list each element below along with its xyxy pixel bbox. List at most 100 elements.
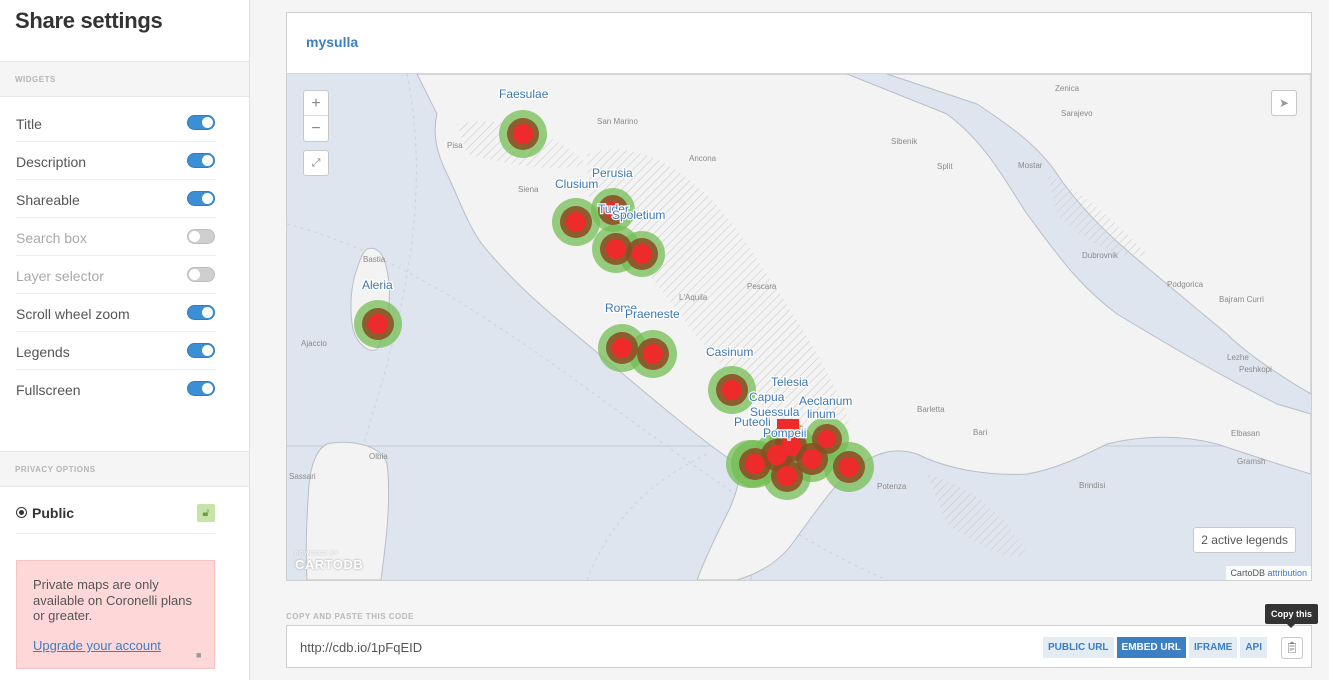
marker-label-capua: Capua <box>749 390 785 404</box>
place-label: Ajaccio <box>301 339 327 348</box>
place-label: Sassari <box>289 472 316 481</box>
widgets-section-heading: WIDGETS <box>0 61 249 97</box>
upgrade-notice-text: Private maps are only available on Coron… <box>33 577 192 623</box>
place-label: Sarajevo <box>1061 109 1093 118</box>
privacy-option-public[interactable]: Public 🔓︎ <box>16 494 216 534</box>
place-label: Olbia <box>369 452 388 461</box>
place-label: L'Aquila <box>679 293 708 302</box>
marker-label-nolinum: linum <box>807 407 836 421</box>
place-label: Pescara <box>747 282 777 291</box>
widget-row-legends[interactable]: Legends <box>16 332 216 370</box>
privacy-section-heading: PRIVACY OPTIONS <box>0 451 249 487</box>
widget-row-layer-selector[interactable]: Layer selector <box>16 256 216 294</box>
widget-label: Fullscreen <box>16 382 81 398</box>
zoom-in-button[interactable]: + <box>304 91 328 116</box>
privacy-option-label: Public <box>32 505 75 521</box>
place-label: Elbasan <box>1231 429 1260 438</box>
place-label: Pisa <box>447 141 463 150</box>
public-radio[interactable] <box>16 507 27 518</box>
place-label: San Marino <box>597 117 638 126</box>
fullscreen-toggle[interactable] <box>187 381 215 396</box>
attribution-link[interactable]: attribution <box>1267 568 1307 578</box>
place-label: Split <box>937 162 953 171</box>
widget-label: Search box <box>16 230 87 246</box>
marker-label-clusium: Clusium <box>555 177 598 191</box>
cartodb-logo: POWERED BY CARTODB <box>295 551 364 572</box>
place-label: Barletta <box>917 405 945 414</box>
marker-label-praeneste: Praeneste <box>625 307 680 321</box>
widget-row-shareable[interactable]: Shareable <box>16 180 216 218</box>
copy-tooltip: Copy this <box>1265 604 1319 628</box>
map-canvas[interactable]: San Marino Ancona Siena Pisa L'Aquila Pe… <box>287 74 1311 580</box>
widget-row-description[interactable]: Description <box>16 142 216 180</box>
page-title: Share settings <box>15 8 163 33</box>
marker-label-aleria: Aleria <box>362 278 393 292</box>
widget-label: Layer selector <box>16 268 104 284</box>
widget-label: Scroll wheel zoom <box>16 306 130 322</box>
widget-label: Legends <box>16 344 70 360</box>
tab-public-url[interactable]: PUBLIC URL <box>1042 637 1114 658</box>
marker-label-spoletium: Spoletium <box>612 208 665 222</box>
marker-label-aeclanum: Aeclanum <box>799 394 852 408</box>
place-label: Gramsh <box>1237 457 1265 466</box>
share-url-field[interactable]: http://cdb.io/1pFqEID <box>300 640 422 655</box>
zoom-out-button[interactable]: − <box>304 116 328 141</box>
share-settings-sidebar: Share settings WIDGETS Title Description… <box>0 0 250 680</box>
description-toggle[interactable] <box>187 153 215 168</box>
tab-embed-url[interactable]: EMBED URL <box>1116 637 1186 658</box>
marker-label-faesulae: Faesulae <box>499 87 549 101</box>
shareable-toggle[interactable] <box>187 191 215 206</box>
scroll-wheel-zoom-toggle[interactable] <box>187 305 215 320</box>
place-label: Bajram Curri <box>1219 295 1264 304</box>
place-label: Sibenik <box>891 137 918 146</box>
tab-api[interactable]: API <box>1240 637 1267 658</box>
widget-list: Title Description Shareable Search box L… <box>16 104 216 408</box>
tab-iframe[interactable]: IFRAME <box>1188 637 1238 658</box>
zoom-control: + − <box>303 90 329 142</box>
place-label: Zenica <box>1055 84 1080 93</box>
place-label: Podgorica <box>1167 280 1204 289</box>
place-label: Brindisi <box>1079 481 1105 490</box>
widget-label: Shareable <box>16 192 80 208</box>
place-label: Ancona <box>689 154 717 163</box>
place-label: Mostar <box>1018 161 1043 170</box>
place-label: Lezhe <box>1227 353 1249 362</box>
widget-label: Title <box>16 116 42 132</box>
widget-row-scroll-wheel-zoom[interactable]: Scroll wheel zoom <box>16 294 216 332</box>
place-label: Bastia <box>363 255 386 264</box>
marker-label-casinum: Casinum <box>706 345 753 359</box>
unlock-icon: 🔓︎ <box>197 504 215 522</box>
place-label: Peshkopi <box>1239 365 1272 374</box>
lock-icon: ■ <box>196 650 202 660</box>
url-type-tabs: PUBLIC URL EMBED URL IFRAME API <box>1042 637 1267 658</box>
share-button[interactable]: ➤ <box>1271 90 1297 116</box>
layer-selector-toggle[interactable] <box>187 267 215 282</box>
code-section-label: COPY AND PASTE THIS CODE <box>286 612 414 621</box>
title-toggle[interactable] <box>187 115 215 130</box>
map-title: mysulla <box>306 34 359 50</box>
upgrade-account-link[interactable]: Upgrade your account <box>33 638 161 653</box>
map-preview: mysulla San Marino Ancona Siena Pisa L'A… <box>286 12 1312 581</box>
paper-plane-icon: ➤ <box>1278 96 1290 110</box>
search-box-toggle[interactable] <box>187 229 215 244</box>
widget-row-fullscreen[interactable]: Fullscreen <box>16 370 216 408</box>
copy-button[interactable]: 📋︎ <box>1281 637 1303 659</box>
place-label: Dubrovnik <box>1082 251 1119 260</box>
place-label: Potenza <box>877 482 907 491</box>
fullscreen-button[interactable]: ⤢ <box>303 150 329 176</box>
widget-row-search-box[interactable]: Search box <box>16 218 216 256</box>
marker-label-pompeii: Pompeii <box>763 426 806 440</box>
place-label: Siena <box>518 185 539 194</box>
map-attribution: CartoDB attribution <box>1226 566 1311 580</box>
clipboard-icon: 📋︎ <box>1285 642 1299 654</box>
widget-label: Description <box>16 154 87 170</box>
upgrade-notice: Private maps are only available on Coron… <box>16 560 215 669</box>
active-legends-button[interactable]: 2 active legends <box>1193 527 1296 553</box>
legends-toggle[interactable] <box>187 343 215 358</box>
basemap: San Marino Ancona Siena Pisa L'Aquila Pe… <box>287 74 1311 580</box>
widget-row-title[interactable]: Title <box>16 104 216 142</box>
map-header: mysulla <box>287 13 1311 74</box>
place-label: Bari <box>973 428 987 437</box>
marker-label-telesia: Telesia <box>771 375 809 389</box>
fullscreen-icon: ⤢ <box>311 157 321 169</box>
